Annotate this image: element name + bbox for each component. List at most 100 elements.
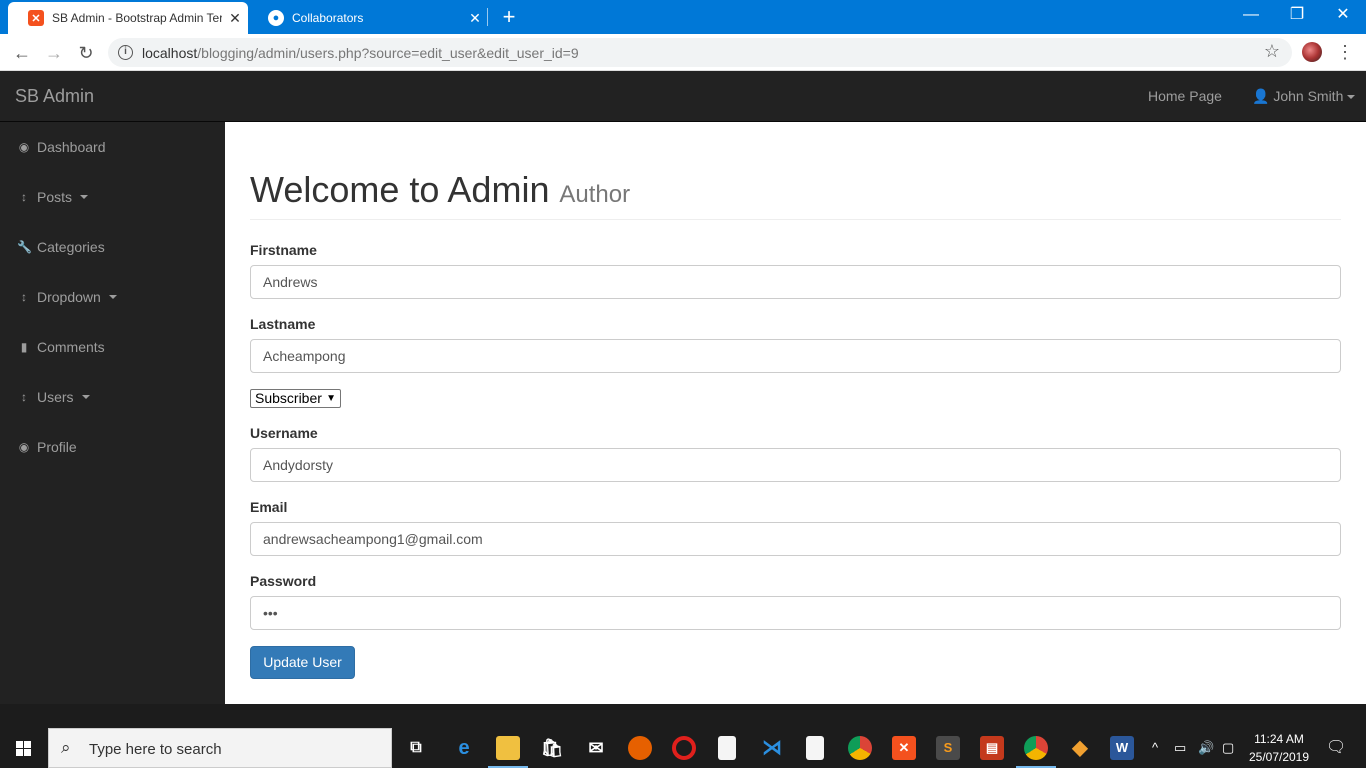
firstname-input[interactable]: Andrews <box>250 265 1341 299</box>
git-icon[interactable]: ◆ <box>1068 736 1092 760</box>
url-text: localhost/blogging/admin/users.php?sourc… <box>142 45 579 61</box>
taskbar-search-placeholder: Type here to search <box>89 741 222 758</box>
vscode-icon[interactable]: ⋊ <box>760 736 784 760</box>
sidebar-item-label: Dropdown <box>37 289 101 305</box>
document-icon[interactable] <box>718 736 736 760</box>
browser-tab-active[interactable]: ✕ SB Admin - Bootstrap Admin Ter ✕ <box>8 2 248 34</box>
start-button[interactable] <box>0 704 48 768</box>
reload-button[interactable]: ↻ <box>72 39 100 67</box>
new-tab-button[interactable]: + <box>496 4 522 30</box>
address-bar[interactable]: i localhost/blogging/admin/users.php?sou… <box>108 38 1292 67</box>
taskbar-search-box[interactable]: ⌕ Type here to search <box>48 728 392 768</box>
battery-icon[interactable]: ▭ <box>1174 740 1186 756</box>
email-input[interactable]: andrewsacheampong1@gmail.com <box>250 522 1341 556</box>
tab-title: Collaborators <box>292 11 364 25</box>
browser-menu-icon[interactable]: ⋮ <box>1336 40 1354 64</box>
username-label: Username <box>250 425 318 441</box>
sidebar-item-profile[interactable]: ◉ Profile <box>0 422 225 472</box>
file-explorer-icon[interactable] <box>496 736 520 760</box>
arrows-v-icon: ↕ <box>21 190 27 204</box>
caret-down-icon <box>108 295 117 299</box>
word-icon[interactable]: W <box>1110 736 1134 760</box>
opera-icon[interactable] <box>672 736 696 760</box>
page-subtitle: Author <box>559 181 631 208</box>
browser-profile-avatar[interactable] <box>1302 42 1322 62</box>
firefox-icon[interactable] <box>628 736 652 760</box>
bookmark-star-icon[interactable]: ☆ <box>1264 41 1280 62</box>
dashboard-icon: ◉ <box>18 440 30 454</box>
minimize-button[interactable]: — <box>1228 0 1274 30</box>
xampp-icon: ✕ <box>28 10 44 26</box>
close-tab-icon[interactable]: ✕ <box>222 10 248 27</box>
info-icon[interactable]: i <box>118 45 133 60</box>
url-path: /blogging/admin/users.php?source=edit_us… <box>197 45 579 61</box>
password-input[interactable]: ••• <box>250 596 1341 630</box>
password-label: Password <box>250 573 317 589</box>
update-user-button[interactable]: Update User <box>250 646 355 679</box>
sidebar-item-dropdown[interactable]: ↕ Dropdown <box>0 272 225 322</box>
task-view-icon[interactable]: ⧉ <box>404 736 428 760</box>
taskbar-clock[interactable]: 11:24 AM 25/07/2019 <box>1240 730 1318 766</box>
close-tab-icon[interactable]: ✕ <box>462 10 488 27</box>
sidebar-item-label: Categories <box>37 239 105 255</box>
xampp-icon[interactable]: ✕ <box>892 736 916 760</box>
navbar-brand[interactable]: SB Admin <box>15 86 94 107</box>
restore-button[interactable]: ❐ <box>1274 0 1320 30</box>
page-header: Welcome to Admin Author <box>250 170 1341 220</box>
browser-tab-bar: ✕ SB Admin - Bootstrap Admin Ter ✕ ● Col… <box>0 0 1366 34</box>
filezilla-icon[interactable]: ▤ <box>980 736 1004 760</box>
wrench-icon: 🔧 <box>17 240 32 254</box>
user-menu-label: John Smith <box>1273 88 1344 104</box>
sublime-text-icon[interactable]: S <box>936 736 960 760</box>
top-navbar: SB Admin Home Page 👤 John Smith <box>0 71 1366 122</box>
sidebar-item-users[interactable]: ↕ Users <box>0 372 225 422</box>
sidebar-item-label: Users <box>37 389 74 405</box>
mail-icon[interactable]: ✉ <box>584 736 608 760</box>
sidebar-item-dashboard[interactable]: ◉ Dashboard <box>0 122 225 172</box>
caret-down-icon <box>80 195 89 199</box>
close-window-button[interactable]: ✕ <box>1320 0 1366 30</box>
main-content: Welcome to Admin Author Firstname Andrew… <box>225 122 1366 704</box>
sidebar-item-label: Posts <box>37 189 73 205</box>
notification-icon[interactable]: 🗨 <box>1326 737 1346 757</box>
caret-down-icon <box>1347 95 1356 100</box>
role-select[interactable]: Subscriber ▼ <box>250 389 341 408</box>
dropdown-arrow-icon: ▼ <box>326 393 336 404</box>
sidebar-item-posts[interactable]: ↕ Posts <box>0 172 225 222</box>
chrome-icon-active[interactable] <box>1024 736 1048 760</box>
user-menu-dropdown[interactable]: 👤 John Smith <box>1252 88 1356 105</box>
tab-separator <box>487 8 488 26</box>
sidebar: ◉ Dashboard ↕ Posts 🔧 Categories ↕ Dropd… <box>0 122 225 704</box>
browser-toolbar: ← → ↻ i localhost/blogging/admin/users.p… <box>0 34 1366 71</box>
edge-icon[interactable]: e <box>452 736 476 760</box>
volume-icon[interactable]: 🔊 <box>1198 740 1214 756</box>
sidebar-item-comments[interactable]: ▮ Comments <box>0 322 225 372</box>
username-input[interactable]: Andydorsty <box>250 448 1341 482</box>
role-select-value: Subscriber <box>255 390 322 406</box>
store-icon[interactable]: 🛍 <box>540 736 564 760</box>
forward-button[interactable]: → <box>40 39 68 67</box>
home-page-link[interactable]: Home Page <box>1148 88 1222 104</box>
caret-down-icon <box>81 395 90 399</box>
tab-title: SB Admin - Bootstrap Admin Ter <box>52 11 222 25</box>
file-icon: ▮ <box>20 340 28 354</box>
clock-date: 25/07/2019 <box>1248 750 1310 764</box>
browser-tab-collaborators[interactable]: ● Collaborators ✕ <box>248 2 488 34</box>
network-icon[interactable]: ▢ <box>1222 740 1234 756</box>
user-icon: 👤 <box>1252 88 1270 104</box>
github-icon: ● <box>268 10 284 26</box>
firstname-label: Firstname <box>250 242 317 258</box>
lastname-input[interactable]: Acheampong <box>250 339 1341 373</box>
sidebar-item-label: Dashboard <box>37 139 106 155</box>
url-host: localhost <box>142 45 198 61</box>
document-icon[interactable] <box>806 736 824 760</box>
sidebar-item-categories[interactable]: 🔧 Categories <box>0 222 225 272</box>
show-hidden-icons[interactable]: ^ <box>1152 740 1158 755</box>
arrows-v-icon: ↕ <box>21 390 27 404</box>
search-icon: ⌕ <box>61 738 71 757</box>
page-title: Welcome to Admin <box>250 169 550 210</box>
chrome-icon[interactable] <box>848 736 872 760</box>
back-button[interactable]: ← <box>8 39 36 67</box>
windows-taskbar: ⌕ Type here to search ⧉ e 🛍 ✉ ⋊ ✕ S ▤ ◆ … <box>0 704 1366 768</box>
sidebar-item-label: Profile <box>37 439 77 455</box>
